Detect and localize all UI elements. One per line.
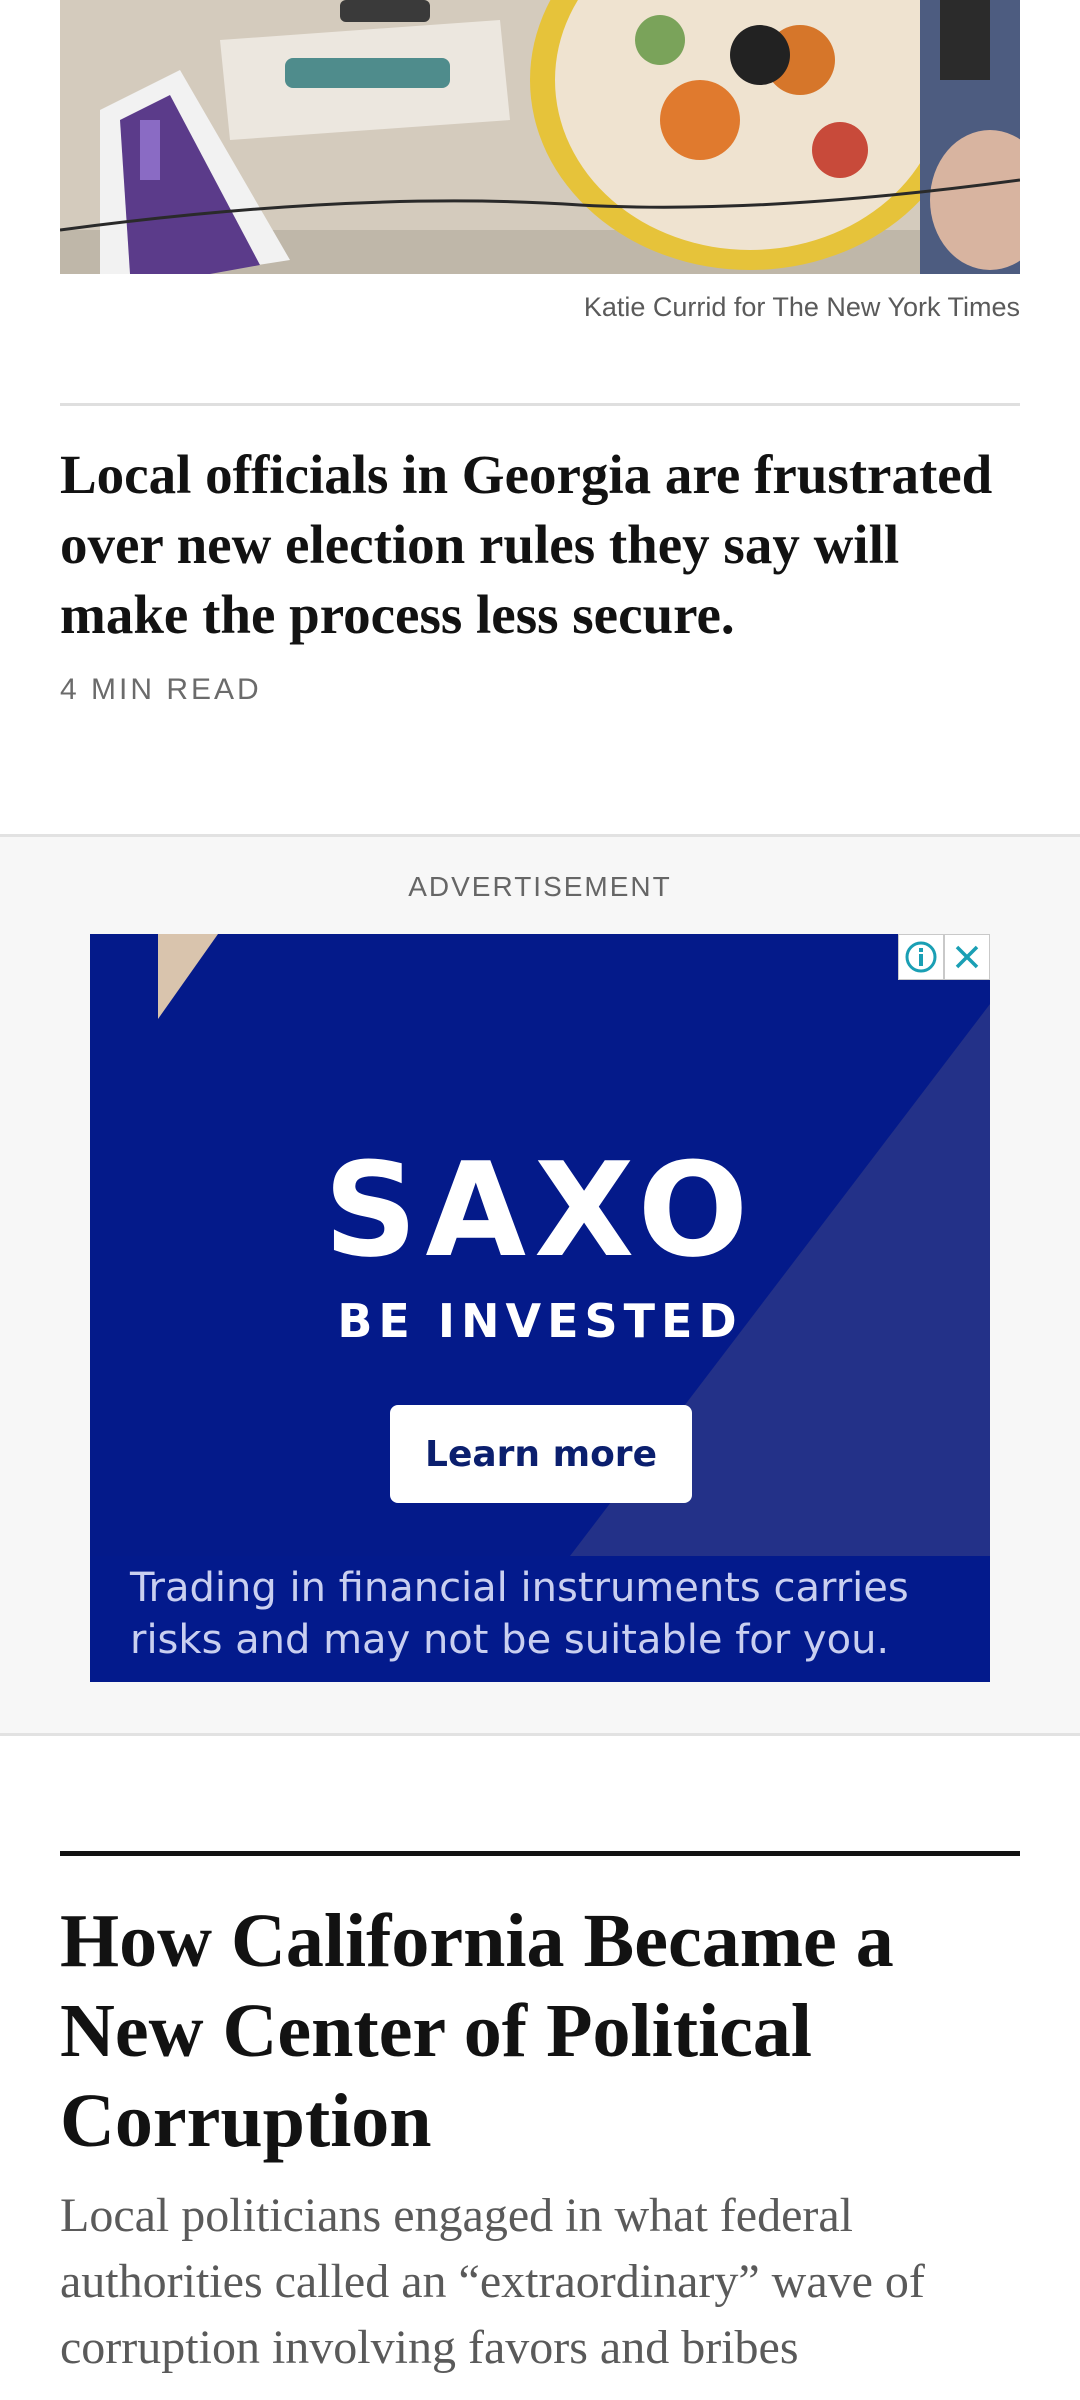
ad-controls (898, 934, 990, 980)
advertisement-section: ADVERTISEMENT SAXO BE INVESTED Learn mor… (0, 834, 1080, 1736)
ad-brand-logo: SAXO (323, 1134, 757, 1286)
article-photo[interactable] (60, 0, 1020, 274)
article-headline[interactable]: Local officials in Georgia are frustrate… (60, 440, 1040, 650)
read-time: 4 MIN READ (60, 673, 262, 706)
photo-credit: Katie Currid for The New York Times (583, 292, 1020, 322)
section-divider-thick (60, 1851, 1020, 1856)
article-headline[interactable]: How California Became a New Center of Po… (60, 1896, 1020, 2166)
ad-tagline: BE INVESTED (337, 1294, 743, 1348)
section-divider (60, 403, 1020, 406)
ad-disclaimer: Trading in financial instruments carries… (90, 1556, 990, 1682)
ad-banner[interactable]: SAXO BE INVESTED Learn more Trading in f… (90, 934, 990, 1682)
article-summary: Local politicians engaged in what federa… (60, 2189, 925, 2374)
learn-more-button[interactable]: Learn more (390, 1405, 692, 1503)
advertisement-label: ADVERTISEMENT (408, 871, 672, 902)
info-icon[interactable] (898, 934, 944, 980)
close-icon[interactable] (944, 934, 990, 980)
